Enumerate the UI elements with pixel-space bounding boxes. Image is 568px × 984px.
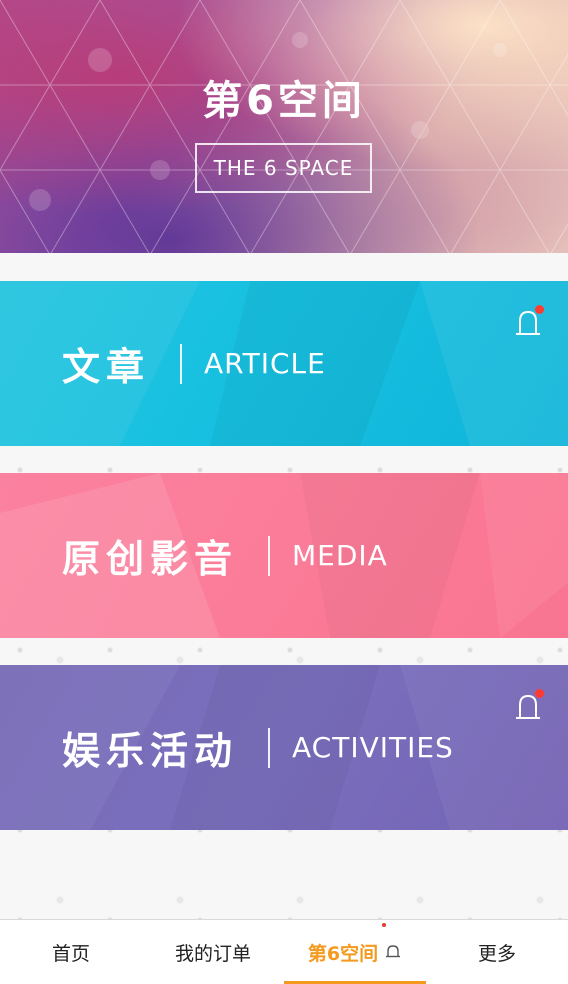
bell-icon[interactable]: [514, 305, 544, 339]
divider: [268, 535, 271, 576]
section-article-title-cn: 文章: [62, 345, 151, 389]
section-media-label: 原创影音 MEDIA: [62, 473, 388, 638]
divider: [268, 727, 271, 768]
hero-subtitle-badge: THE 6 SPACE: [195, 143, 372, 193]
tab-6-space-label: 第6空间: [307, 942, 379, 965]
divider: [180, 343, 183, 384]
section-activities-label: 娱乐活动 ACTIVITIES: [62, 665, 454, 830]
section-article[interactable]: 文章 ARTICLE: [0, 281, 568, 446]
section-activities[interactable]: 娱乐活动 ACTIVITIES: [0, 665, 568, 830]
tab-more[interactable]: 更多: [426, 920, 568, 984]
hero-subtitle: THE 6 SPACE: [213, 156, 354, 180]
tab-more-label: 更多: [477, 942, 516, 965]
section-media-title-cn: 原创影音: [62, 537, 239, 581]
hero-title: 第6空间: [202, 78, 366, 124]
section-media-title-en: MEDIA: [292, 539, 388, 572]
tab-home[interactable]: 首页: [0, 920, 142, 984]
tab-my-orders-label: 我的订单: [174, 942, 251, 965]
notification-dot: [382, 923, 386, 927]
notification-dot: [535, 689, 544, 698]
section-activities-title-en: ACTIVITIES: [292, 731, 454, 764]
tab-6-space[interactable]: 第6空间: [284, 920, 426, 984]
tab-my-orders[interactable]: 我的订单: [142, 920, 284, 984]
section-media[interactable]: 原创影音 MEDIA: [0, 473, 568, 638]
bell-icon: [386, 945, 401, 958]
notification-dot: [535, 305, 544, 314]
section-article-label: 文章 ARTICLE: [62, 281, 326, 446]
tab-home-label: 首页: [51, 942, 90, 965]
section-activities-title-cn: 娱乐活动: [62, 729, 239, 773]
section-article-title-en: ARTICLE: [204, 347, 326, 380]
bottom-tab-bar: 首页 我的订单 第6空间 更多: [0, 919, 568, 984]
triangle-mesh-decoration: [0, 0, 568, 253]
bell-icon[interactable]: [514, 689, 544, 723]
hero-header: 第6空间 THE 6 SPACE: [0, 0, 568, 253]
